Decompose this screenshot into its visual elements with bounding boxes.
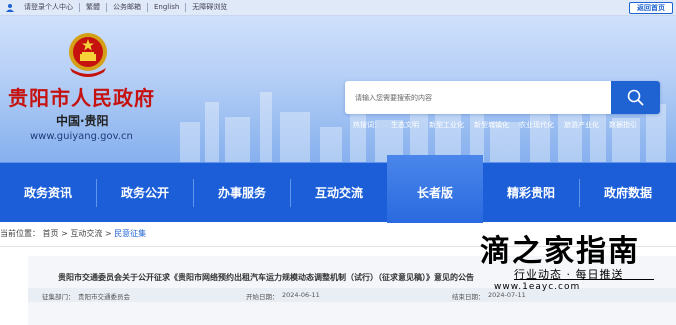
hot-word-link[interactable]: 新型工业化 [429,120,464,130]
hot-search-words: 热搜词： 生态文明 新型工业化 新型城镇化 农业现代化 旅游产业化 数据指引 [353,120,647,130]
nav-item-government-data[interactable]: 政府数据 [580,163,676,223]
site-url: www.guiyang.gov.cn [30,131,133,142]
nav-item-interaction[interactable]: 互动交流 [291,163,387,223]
watermark-url: www.1eayc.com [494,282,581,292]
hot-word-link[interactable]: 新型城镇化 [474,120,509,130]
hot-words-label: 热搜词： [353,121,381,129]
nav-item-government-affairs[interactable]: 政务公开 [97,163,193,223]
search-button[interactable] [611,81,660,114]
department-value: 贵阳市交通委员会 [78,293,130,301]
hot-word-link[interactable]: 生态文明 [391,120,419,130]
accessibility-link[interactable]: 无障碍浏览 [186,3,233,12]
breadcrumb-prefix: 当前位置： [0,229,40,238]
back-home-button[interactable]: 返回首页 [629,2,673,14]
site-subtitle: 中国·贵阳 [56,114,109,128]
start-date-label: 开始日期： [246,293,279,301]
hot-word-link[interactable]: 农业现代化 [519,120,554,130]
search-box [345,81,660,114]
breadcrumb-interaction[interactable]: 互动交流 [70,229,102,238]
nav-item-elderly-version[interactable]: 长者版 [387,155,483,223]
watermark: 滴之家指南 行业动态 · 每日推送 www.1eayc.com [474,226,674,325]
header-banner: 贵阳市人民政府 中国·贵阳 www.guiyang.gov.cn 热搜词： 生态… [0,16,676,162]
nav-item-services[interactable]: 办事服务 [194,163,290,223]
watermark-subtitle: 行业动态 · 每日推送 [514,268,624,281]
hot-word-link[interactable]: 旅游产业化 [564,120,599,130]
breadcrumb-opinion-collection[interactable]: 民意征集 [114,229,146,238]
search-input[interactable] [345,81,613,114]
department-label: 征集部门： [42,293,75,301]
top-utility-bar: 请登录个人中心 繁體 公务邮箱 English 无障碍浏览 返回首页 [0,0,676,16]
breadcrumb-separator: > [61,229,68,238]
national-emblem-logo [69,33,107,77]
english-link[interactable]: English [148,3,187,12]
breadcrumb: 当前位置： 首页 > 互动交流 > 民意征集 [0,228,146,240]
top-links: 请登录个人中心 繁體 公务邮箱 English 无障碍浏览 [18,3,233,12]
traditional-chinese-link[interactable]: 繁體 [80,3,107,12]
site-title: 贵阳市人民政府 [8,86,155,110]
watermark-title: 滴之家指南 [480,234,640,269]
article-title[interactable]: 贵阳市交通委员会关于公开征求《贵阳市网络预约出租汽车运力规模动态调整机制（试行）… [58,272,474,283]
nav-item-government-news[interactable]: 政务资讯 [0,163,96,223]
start-date-value: 2024-06-11 [282,291,320,299]
nav-item-wonderful-guiyang[interactable]: 精彩贵阳 [483,163,579,223]
hot-word-link[interactable]: 数据指引 [609,120,637,130]
breadcrumb-separator: > [104,229,112,238]
user-icon [6,4,14,12]
official-mail-link[interactable]: 公务邮箱 [107,3,148,12]
login-link[interactable]: 请登录个人中心 [18,3,80,12]
breadcrumb-home[interactable]: 首页 [43,229,59,238]
main-nav: 政务资讯 政务公开 办事服务 互动交流 长者版 精彩贵阳 政府数据 [0,155,676,223]
search-icon [627,89,644,106]
